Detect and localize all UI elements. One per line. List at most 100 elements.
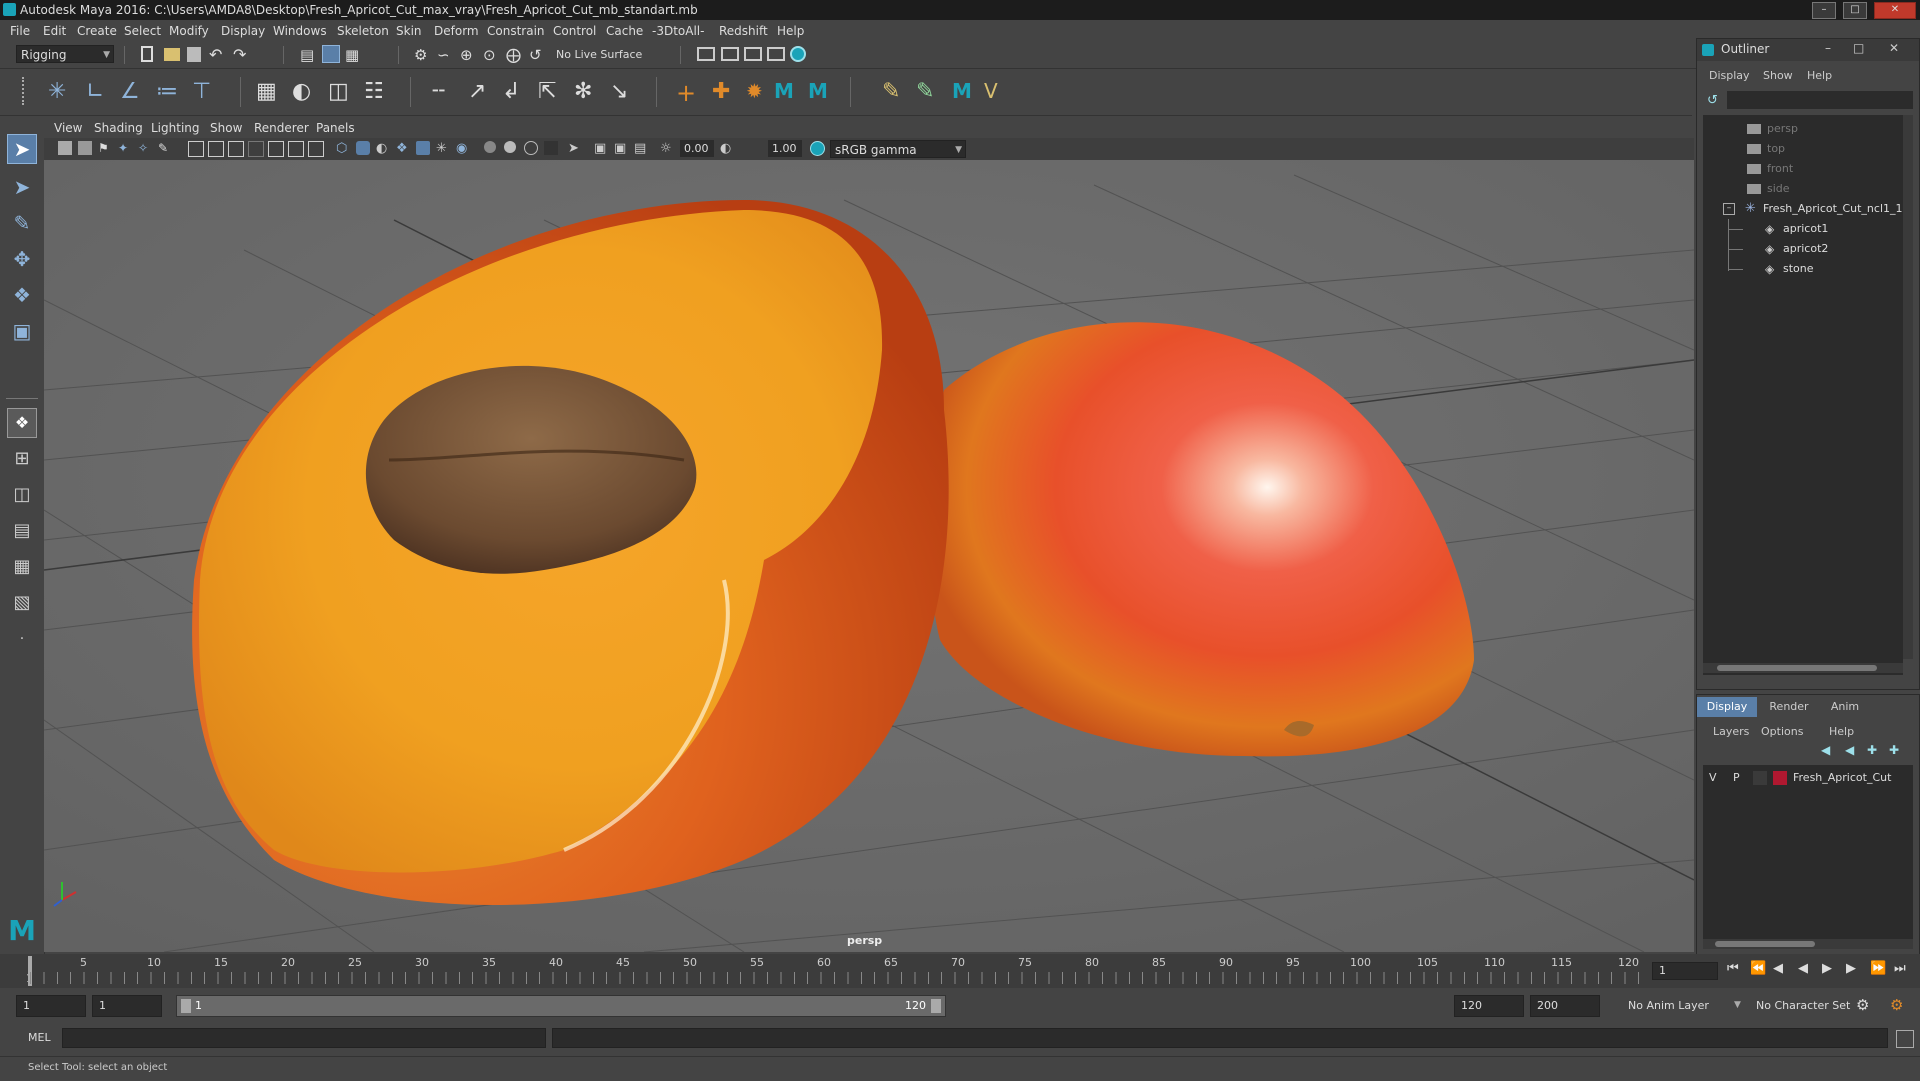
maximize-button[interactable]: □ [1843,2,1867,19]
menu-file[interactable]: File [10,20,30,42]
safe-title-icon[interactable] [308,141,324,157]
wireframe-icon[interactable]: ⬡ [336,141,350,156]
depth-of-field-icon[interactable] [524,141,538,155]
layer-row[interactable]: V P Fresh_Apricot_Cut [1703,767,1911,789]
tab-anim[interactable]: Anim [1821,697,1869,717]
tab-display[interactable]: Display [1697,697,1757,717]
menuset-dropdown[interactable]: Rigging ▼ [16,45,114,63]
paint-weights-icon[interactable]: ◐ [292,79,318,105]
render-settings-icon[interactable] [767,47,785,61]
camera-settings-icon[interactable]: ▤ [634,141,648,156]
move-layer-up-icon[interactable]: ◀ [1821,743,1830,757]
exposure-icon[interactable]: ☼ [660,141,674,156]
bind-skin-icon[interactable]: ▦ [256,79,282,105]
outliner-item-group[interactable]: – ✳ Fresh_Apricot_Cut_ncl1_1 [1703,199,1903,219]
gamma-field[interactable]: 1.00 [768,140,802,157]
menu-select[interactable]: Select [124,20,161,42]
xray-components-icon[interactable]: ▣ [614,141,628,156]
menu-windows[interactable]: Windows [273,20,327,42]
isolate-select-icon[interactable] [544,141,558,155]
orient-constraint-icon[interactable]: ↲ [502,79,528,105]
layers-menu-help[interactable]: Help [1829,725,1854,738]
playback-end-field[interactable]: 120 [1454,995,1524,1017]
new-empty-layer-icon[interactable]: ✚ [1867,743,1877,757]
quick-rig-icon[interactable]: M [774,79,800,105]
outliner-vertical-scrollbar[interactable] [1903,115,1913,659]
joint-tool-icon[interactable]: ✳ [48,79,74,105]
hypershade-icon[interactable] [790,46,806,62]
shadows-icon[interactable]: ✳ [436,141,450,156]
locator-icon[interactable]: + [676,79,702,107]
preferences-icon[interactable]: ⚙ [1890,996,1903,1014]
menu-control[interactable]: Control [553,20,596,42]
screen-space-ao-icon[interactable]: ◉ [456,141,470,156]
locator-joint-icon[interactable]: ✚ [712,79,738,105]
menu-edit[interactable]: Edit [43,20,66,42]
panel-menu-show[interactable]: Show [210,118,242,138]
scale-tool-icon[interactable]: ▣ [7,316,37,346]
deformer-icon[interactable]: V [984,79,1010,105]
panel-menu-shading[interactable]: Shading [94,118,143,138]
cluster-icon[interactable]: ☷ [364,79,390,105]
menu-help[interactable]: Help [777,20,804,42]
new-scene-icon[interactable] [141,46,153,62]
four-view-layout-icon[interactable]: ⊞ [7,444,37,474]
colorspace-dropdown[interactable]: sRGB gamma ▼ [830,140,966,158]
outliner-layout-icon[interactable]: ▧ [7,588,37,618]
use-all-lights-icon[interactable] [416,141,430,155]
outliner-item-apricot2[interactable]: ◈ apricot2 [1703,239,1899,259]
menu-create[interactable]: Create [77,20,117,42]
hik-control-icon[interactable]: M [808,79,834,105]
ipr-render-icon[interactable] [744,47,762,61]
snap-view-plane-icon[interactable]: ⊙ [483,46,501,64]
playback-start-field[interactable]: 1 [92,995,162,1017]
ik-handle-icon[interactable]: ∟ [86,79,112,105]
outliner-menu-display[interactable]: Display [1709,69,1750,82]
outliner-search-input[interactable] [1727,91,1913,109]
move-layer-down-icon[interactable]: ◀ [1845,743,1854,757]
select-by-object-icon[interactable] [322,45,340,63]
layer-horizontal-scrollbar[interactable] [1703,939,1913,949]
menu-skin[interactable]: Skin [396,20,422,42]
snap-curve-icon[interactable]: ∽ [437,46,455,64]
outliner-item-top[interactable]: top [1703,139,1899,159]
select-by-component-icon[interactable]: ▦ [345,46,363,64]
gate-mask-icon[interactable] [248,141,264,157]
outliner-item-front[interactable]: front [1703,159,1899,179]
render-view-icon[interactable] [697,47,715,61]
paint-select-icon[interactable]: ✎ [7,208,37,238]
viewport-canvas[interactable] [44,160,1694,952]
layer-playback-toggle[interactable]: P [1733,771,1740,784]
redo-icon[interactable]: ↷ [233,45,251,64]
live-surface-label[interactable]: No Live Surface [556,42,642,68]
lasso-tool-icon[interactable]: ➤ [7,172,37,202]
menu-skeleton[interactable]: Skeleton [337,20,389,42]
outliner-horizontal-scrollbar[interactable] [1703,663,1903,673]
2d-pan-zoom-icon[interactable]: ✧ [138,141,152,155]
snap-projected-icon[interactable]: ↺ [529,46,547,64]
range-slider-start-handle[interactable] [181,999,191,1013]
panel-menu-renderer[interactable]: Renderer [254,118,309,138]
color-management-icon[interactable] [810,141,825,156]
safe-action-icon[interactable] [288,141,304,157]
single-perspective-layout-icon[interactable]: ❖ [7,408,37,438]
orient-joint-icon[interactable]: ⊤ [192,79,218,105]
menu-modify[interactable]: Modify [169,20,209,42]
grid-toggle-icon[interactable] [188,141,204,157]
mirror-joint-icon[interactable]: ≔ [156,79,182,105]
menu-cache[interactable]: Cache [606,20,643,42]
step-forward-frame-icon[interactable]: ▶ [1846,961,1856,976]
save-scene-icon[interactable] [187,47,201,62]
select-tool-icon[interactable]: ➤ [7,134,37,164]
pole-vector-icon[interactable]: ↘ [610,79,636,105]
undo-icon[interactable]: ↶ [209,45,227,64]
menu-deform[interactable]: Deform [434,20,479,42]
textured-icon[interactable]: ❖ [396,141,410,156]
layout-more-icon[interactable]: · [7,624,37,654]
scale-constraint-icon[interactable]: ⇱ [538,79,564,105]
hypershade-layout-icon[interactable]: ▦ [7,552,37,582]
persp-graph-layout-icon[interactable]: ▤ [7,516,37,546]
go-to-end-icon[interactable]: ⏭ [1894,961,1906,976]
perspective-viewport[interactable]: persp [44,160,1694,952]
ik-spline-icon[interactable]: ∠ [120,79,146,105]
